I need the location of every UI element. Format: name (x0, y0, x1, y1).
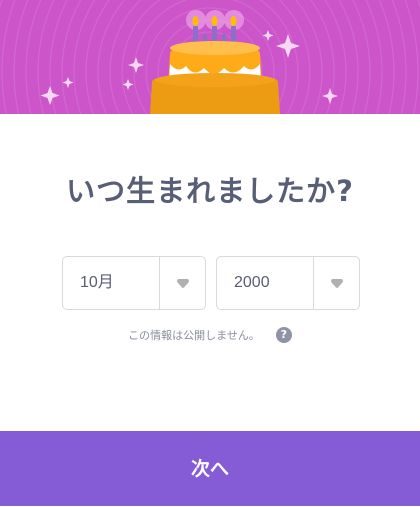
select-divider (313, 257, 314, 309)
question-icon[interactable]: ? (275, 327, 292, 343)
birth-month-value: 10月 (80, 274, 114, 291)
birth-year-value: 2000 (234, 274, 270, 291)
page-title: いつ生まれましたか? (66, 174, 354, 208)
hero-banner (0, 0, 420, 114)
next-button[interactable]: 次へ (0, 431, 420, 506)
birth-month-select[interactable]: 10月 (62, 256, 206, 310)
chevron-down-icon[interactable] (176, 279, 190, 289)
privacy-row: この情報は公開しません。 ? (0, 325, 420, 345)
birth-year-select[interactable]: 2000 (216, 256, 360, 310)
privacy-note: この情報は公開しません。 (128, 329, 260, 342)
select-divider (159, 257, 160, 309)
birthday-cake-illustration (0, 0, 420, 114)
chevron-down-icon[interactable] (330, 279, 344, 289)
